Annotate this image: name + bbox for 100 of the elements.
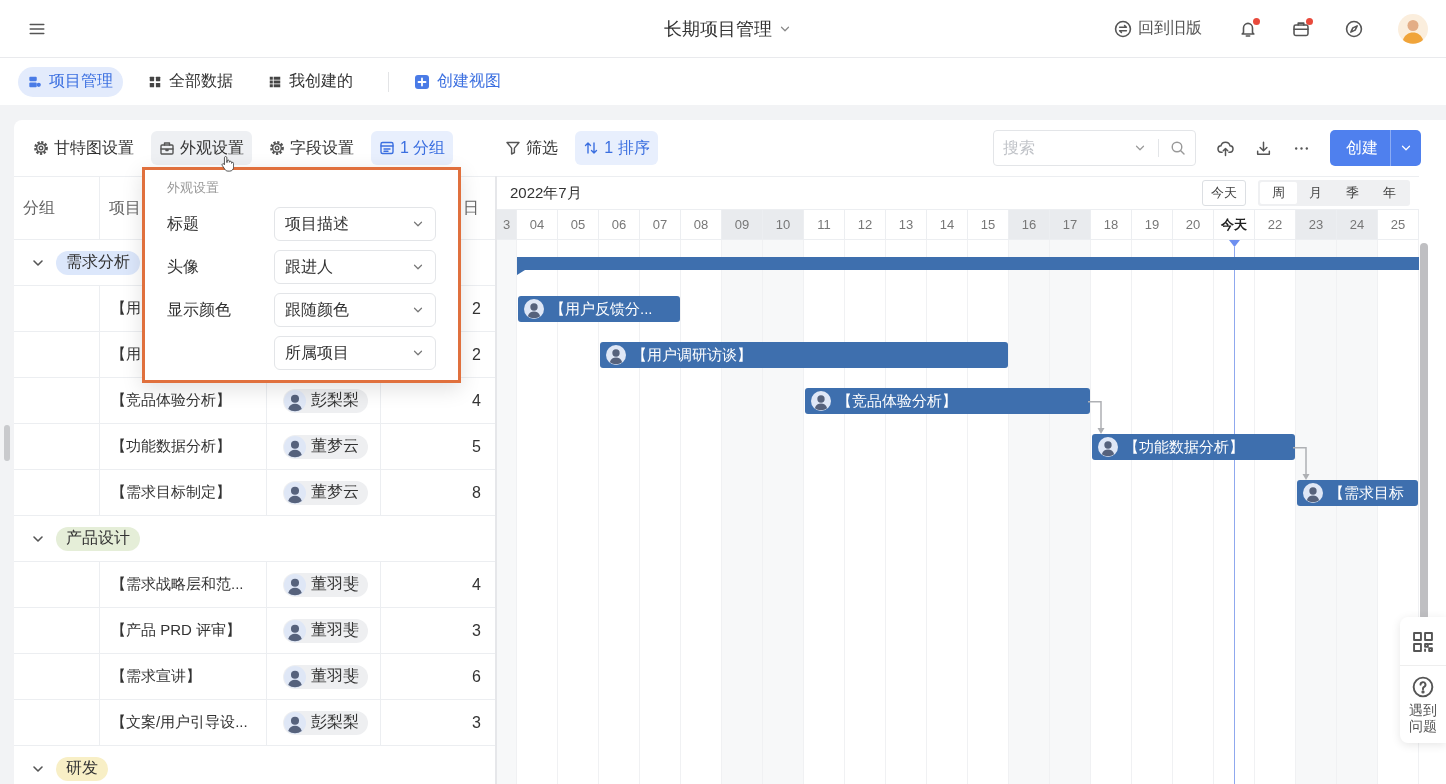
assignee-name: 彭梨梨 xyxy=(311,712,359,732)
column-header: 日 xyxy=(463,197,479,218)
table-icon xyxy=(268,74,282,89)
group-tag: 产品设计 xyxy=(56,526,140,551)
field-settings-button[interactable]: 字段设置 xyxy=(261,131,362,165)
month-label: 2022年7月 xyxy=(510,183,582,203)
plus-icon xyxy=(414,73,430,90)
task-title: 【竞品体验分析】 xyxy=(111,391,231,410)
field-label: 头像 xyxy=(167,256,200,277)
scale-option[interactable]: 周 xyxy=(1260,182,1297,204)
task-bar[interactable]: 【用户反馈分... xyxy=(518,296,680,322)
resize-handle[interactable] xyxy=(4,425,10,461)
day-label: 09 xyxy=(722,210,763,239)
avatar-icon xyxy=(606,345,626,365)
view-tab[interactable]: 我创建的 xyxy=(258,66,363,97)
group-tag: 研发 xyxy=(56,756,108,781)
compass-icon[interactable] xyxy=(1345,19,1363,38)
bar-label: 【用户反馈分... xyxy=(550,299,653,319)
download-icon[interactable] xyxy=(1255,139,1272,157)
upload-icon[interactable] xyxy=(1217,139,1234,157)
avatar-icon xyxy=(284,573,306,596)
column-header: 项目 xyxy=(109,197,141,218)
avatar-icon xyxy=(284,481,306,504)
day-label: 10 xyxy=(763,210,804,239)
gantt-settings-button[interactable]: 甘特图设置 xyxy=(25,131,142,165)
briefcase-icon[interactable] xyxy=(1292,19,1310,38)
task-title: 【产品 PRD 评审】 xyxy=(111,621,241,640)
sort-button[interactable]: 1 排序 xyxy=(575,131,658,165)
task-title: 【用 xyxy=(111,299,141,318)
avatar-icon xyxy=(1303,483,1323,503)
assignee-name: 彭梨梨 xyxy=(311,390,359,410)
avatar-icon xyxy=(284,665,306,688)
bar-label: 【用户调研访谈】 xyxy=(632,345,752,365)
view-tab[interactable]: 项目管理 xyxy=(18,66,123,97)
task-bar[interactable]: 【需求目标 xyxy=(1297,480,1418,506)
task-title: 【用 xyxy=(111,345,141,364)
group-tag: 需求分析 xyxy=(56,250,140,275)
create-view-button[interactable]: 创建视图 xyxy=(414,71,501,92)
qr-code-icon[interactable] xyxy=(1412,631,1434,653)
duration-value: 6 xyxy=(472,667,481,686)
field-label: 显示颜色 xyxy=(167,299,232,320)
filter-icon xyxy=(505,140,522,156)
duration-value: 5 xyxy=(472,437,481,456)
grid-icon xyxy=(148,74,162,89)
task-bar[interactable]: 【功能数据分析】 xyxy=(1092,434,1295,460)
popup-title: 外观设置 xyxy=(167,179,220,197)
avatar-icon xyxy=(811,391,831,411)
day-label: 3 xyxy=(497,210,517,239)
search-icon xyxy=(1170,140,1186,156)
select-field[interactable]: 跟随颜色 xyxy=(274,293,436,327)
avatar-icon xyxy=(524,299,544,319)
select-field[interactable]: 跟进人 xyxy=(274,250,436,284)
filter-button[interactable]: 筛选 xyxy=(497,131,567,165)
task-title: 【需求目标制定】 xyxy=(111,483,231,502)
bar-label: 【需求目标 xyxy=(1329,483,1404,503)
task-bar[interactable]: 【竞品体验分析】 xyxy=(805,388,1090,414)
create-button[interactable]: 创建 xyxy=(1330,130,1421,166)
gear-icon xyxy=(269,140,285,156)
task-bar[interactable]: 【用户调研访谈】 xyxy=(600,342,1008,368)
avatar-icon xyxy=(284,389,306,412)
assignee-name: 董梦云 xyxy=(311,482,359,502)
assignee-name: 董羽斐 xyxy=(311,620,359,640)
today-button[interactable]: 今天 xyxy=(1202,180,1246,206)
task-title: 【需求战略层和范... xyxy=(111,575,244,594)
summary-bar[interactable] xyxy=(517,257,1419,275)
select-field[interactable]: 项目描述 xyxy=(274,207,436,241)
assignee-name: 董羽斐 xyxy=(311,666,359,686)
scale-option[interactable]: 月 xyxy=(1297,182,1334,204)
duration-value: 8 xyxy=(472,483,481,502)
select-field[interactable]: 所属项目 xyxy=(274,336,436,370)
project-title-dropdown[interactable]: 长期项目管理 xyxy=(664,16,792,41)
avatar-icon xyxy=(1098,437,1118,457)
avatar-icon xyxy=(284,711,306,734)
duration-value: 2 xyxy=(472,345,481,364)
stack-icon xyxy=(28,74,42,89)
scrollbar-thumb[interactable] xyxy=(1420,243,1428,620)
appearance-settings-button[interactable]: 外观设置 xyxy=(151,131,252,165)
scale-option[interactable]: 年 xyxy=(1371,182,1408,204)
sort-icon xyxy=(583,140,600,156)
duration-value: 3 xyxy=(472,621,481,640)
list-box-icon xyxy=(379,140,395,156)
duration-value: 2 xyxy=(472,299,481,318)
day-label: 16 xyxy=(1009,210,1050,239)
field-label: 标题 xyxy=(167,213,200,234)
group-button[interactable]: 1 分组 xyxy=(371,131,454,165)
scale-option[interactable]: 季 xyxy=(1334,182,1371,204)
day-label: 17 xyxy=(1050,210,1091,239)
task-title: 【文案/用户引导设... xyxy=(111,713,248,732)
swap-icon xyxy=(1114,19,1132,38)
legacy-version-link[interactable]: 回到旧版 xyxy=(1114,18,1202,39)
assignee-name: 董羽斐 xyxy=(311,574,359,594)
view-tab[interactable]: 全部数据 xyxy=(138,66,243,97)
bar-label: 【功能数据分析】 xyxy=(1124,437,1244,457)
avatar-icon xyxy=(284,619,306,642)
task-title: 【功能数据分析】 xyxy=(111,437,231,456)
task-title: 【需求宣讲】 xyxy=(111,667,201,686)
avatar-icon xyxy=(284,435,306,458)
gear-icon xyxy=(33,140,49,156)
help-button[interactable]: 遇到问题 xyxy=(1409,666,1437,744)
duration-value: 3 xyxy=(472,713,481,732)
